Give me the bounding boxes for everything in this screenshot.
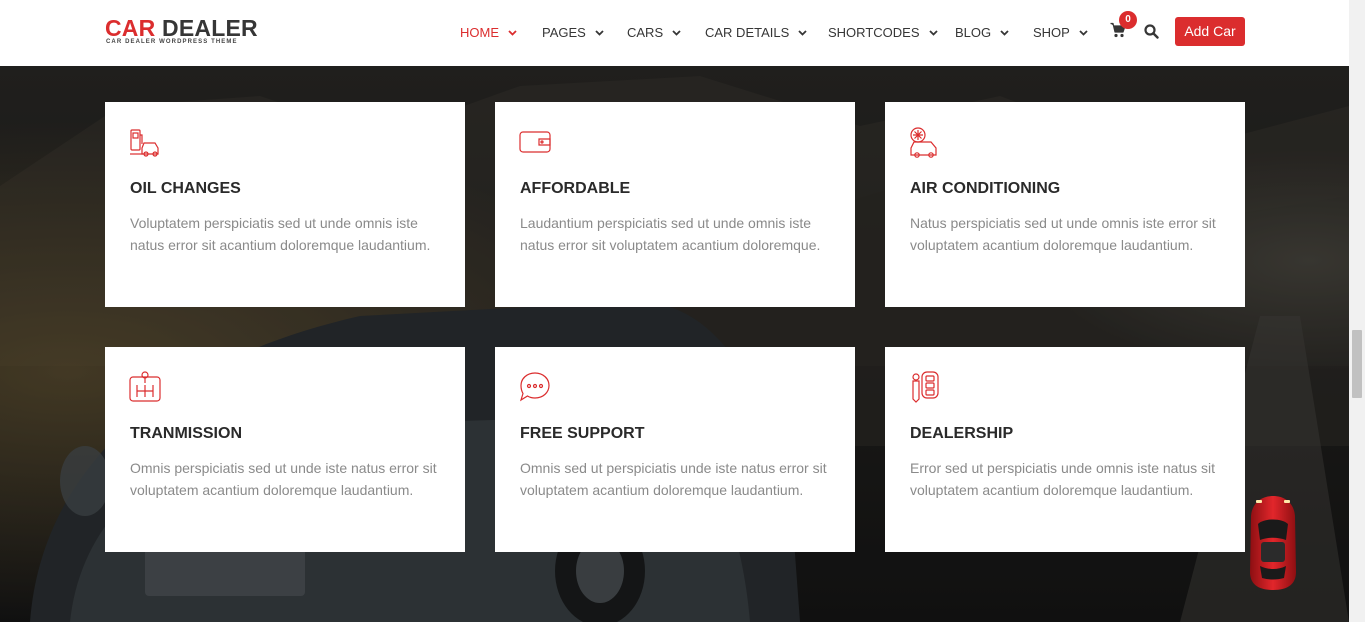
nav-item-home[interactable]: HOME [460, 24, 517, 41]
service-card-dealership: DEALERSHIP Error sed ut perspiciatis und… [885, 347, 1245, 552]
site-header: CAR DEALER CAR DEALER WORDPRESS THEME HO… [0, 0, 1349, 66]
chevron-down-icon [508, 24, 517, 40]
service-title: TRANMISSION [130, 425, 242, 442]
chevron-down-icon [595, 24, 604, 40]
nav-item-blog[interactable]: BLOG [955, 24, 1009, 41]
service-title: AFFORDABLE [520, 180, 631, 197]
add-car-button[interactable]: Add Car [1175, 17, 1245, 46]
wallet-icon [519, 126, 551, 158]
page: CAR DEALER CAR DEALER WORDPRESS THEME HO… [0, 0, 1349, 622]
nav-item-car-details[interactable]: CAR DETAILS [705, 24, 807, 41]
service-title: AIR CONDITIONING [910, 180, 1061, 197]
chevron-down-icon [1079, 24, 1088, 40]
search-icon[interactable] [1144, 24, 1160, 40]
fuel-pump-car-icon [129, 126, 161, 158]
service-description: Natus perspiciatis sed ut unde omnis ist… [910, 215, 1216, 253]
chevron-down-icon [1000, 24, 1009, 40]
service-description: Voluptatem perspiciatis sed ut unde omni… [130, 215, 431, 253]
main-nav: HOME PAGES CARS CAR DETAILS SHORTCODES B… [0, 0, 1349, 66]
nav-item-pages[interactable]: PAGES [542, 24, 604, 41]
service-title: DEALERSHIP [910, 425, 1014, 442]
service-description: Omnis sed ut perspiciatis unde iste natu… [520, 460, 827, 498]
car-key-icon [909, 371, 941, 403]
service-card-oil-changes: OIL CHANGES Voluptatem perspiciatis sed … [105, 102, 465, 307]
service-card-free-support: FREE SUPPORT Omnis sed ut perspiciatis u… [495, 347, 855, 552]
page-scrollbar[interactable] [1349, 0, 1365, 622]
service-description: Laudantium perspiciatis sed ut unde omni… [520, 215, 821, 253]
chevron-down-icon [672, 24, 681, 40]
cart-count-badge: 0 [1119, 11, 1137, 29]
service-card-affordable: AFFORDABLE Laudantium perspiciatis sed u… [495, 102, 855, 307]
service-card-air-conditioning: AIR CONDITIONING Natus perspiciatis sed … [885, 102, 1245, 307]
scrollbar-thumb[interactable] [1352, 330, 1362, 398]
chevron-down-icon [928, 24, 938, 40]
chat-bubble-icon [519, 371, 551, 403]
snowflake-car-icon [909, 126, 941, 158]
back-to-top-car-icon[interactable] [1248, 494, 1298, 592]
service-card-transmission: TRANMISSION Omnis perspiciatis sed ut un… [105, 347, 465, 552]
service-title: OIL CHANGES [130, 180, 241, 197]
service-description: Omnis perspiciatis sed ut unde iste natu… [130, 460, 437, 498]
nav-item-shortcodes[interactable]: SHORTCODES [828, 24, 938, 41]
nav-item-shop[interactable]: SHOP [1033, 24, 1088, 41]
service-description: Error sed ut perspiciatis unde omnis ist… [910, 460, 1216, 498]
chevron-down-icon [798, 24, 807, 40]
gear-shift-icon [129, 371, 161, 403]
nav-item-cars[interactable]: CARS [627, 24, 681, 41]
service-title: FREE SUPPORT [520, 425, 645, 442]
